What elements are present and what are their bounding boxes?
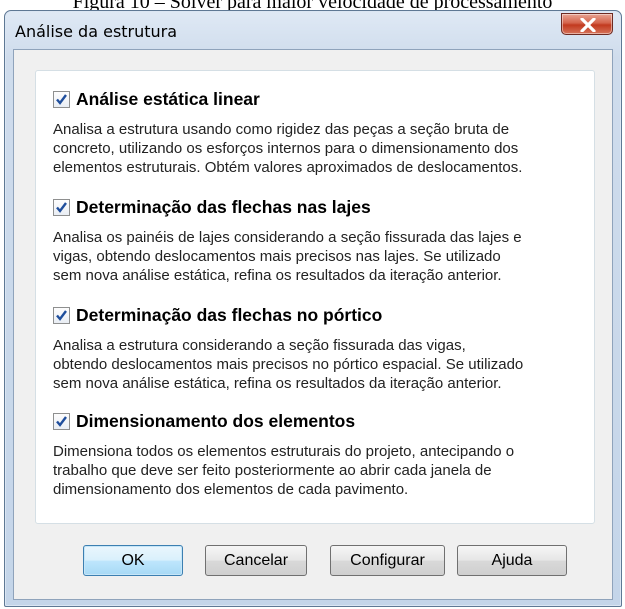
- option-description: Analisa os painéis de lajes considerando…: [53, 228, 593, 285]
- description-line: trabalho que deve ser feito posteriormen…: [53, 462, 492, 479]
- checkmark-icon: [56, 416, 67, 427]
- ok-button[interactable]: OK: [83, 545, 183, 576]
- description-line: concreto, utilizando os esforços interno…: [53, 140, 519, 157]
- checkmark-icon: [56, 94, 67, 105]
- window-title: Análise da estrutura: [15, 22, 178, 41]
- description-line: sem nova análise estática, refina os res…: [53, 375, 502, 392]
- checkbox-element-design[interactable]: [53, 413, 70, 430]
- option-label[interactable]: Dimensionamento dos elementos: [76, 411, 355, 432]
- option-label[interactable]: Análise estática linear: [76, 89, 260, 110]
- option-frame-deflections: Determinação das flechas no pórtico Anal…: [53, 305, 593, 393]
- option-label[interactable]: Determinação das flechas nas lajes: [76, 197, 371, 218]
- title-bar[interactable]: Análise da estrutura: [5, 11, 621, 51]
- close-icon: [580, 18, 596, 32]
- option-element-design: Dimensionamento dos elementos Dimensiona…: [53, 411, 593, 499]
- checkmark-icon: [56, 202, 67, 213]
- option-slab-deflections: Determinação das flechas nas lajes Anali…: [53, 197, 593, 285]
- option-description: Analisa a estrutura usando como rigidez …: [53, 120, 593, 177]
- option-description: Analisa a estrutura considerando a seção…: [53, 336, 593, 393]
- description-line: vigas, obtendo deslocamentos mais precis…: [53, 248, 501, 265]
- option-label[interactable]: Determinação das flechas no pórtico: [76, 305, 382, 326]
- options-group: Análise estática linear Analisa a estrut…: [35, 70, 595, 524]
- close-button[interactable]: [561, 13, 613, 35]
- option-linear-static-analysis: Análise estática linear Analisa a estrut…: [53, 89, 593, 177]
- option-description: Dimensiona todos os elementos estruturai…: [53, 442, 593, 499]
- description-line: obtendo deslocamentos mais precisos no p…: [53, 356, 524, 373]
- checkbox-slab-deflections[interactable]: [53, 199, 70, 216]
- description-line: dimensionamento dos elementos de cada pa…: [53, 481, 409, 498]
- description-line: Dimensiona todos os elementos estruturai…: [53, 443, 515, 460]
- description-line: elementos estruturais. Obtém valores apr…: [53, 159, 523, 176]
- description-line: Analisa a estrutura considerando a seção…: [53, 337, 466, 354]
- description-line: Analisa a estrutura usando como rigidez …: [53, 121, 510, 138]
- configure-button[interactable]: Configurar: [330, 545, 445, 576]
- checkmark-icon: [56, 310, 67, 321]
- description-line: sem nova análise estática, refina os res…: [53, 267, 502, 284]
- help-button[interactable]: Ajuda: [457, 545, 567, 576]
- cancel-button[interactable]: Cancelar: [205, 545, 307, 576]
- dialog-window: Análise da estrutura Análise estática li…: [4, 10, 622, 607]
- description-line: Analisa os painéis de lajes considerando…: [53, 229, 522, 246]
- checkbox-frame-deflections[interactable]: [53, 307, 70, 324]
- checkbox-linear-static-analysis[interactable]: [53, 91, 70, 108]
- dialog-client-area: Análise estática linear Analisa a estrut…: [13, 49, 613, 600]
